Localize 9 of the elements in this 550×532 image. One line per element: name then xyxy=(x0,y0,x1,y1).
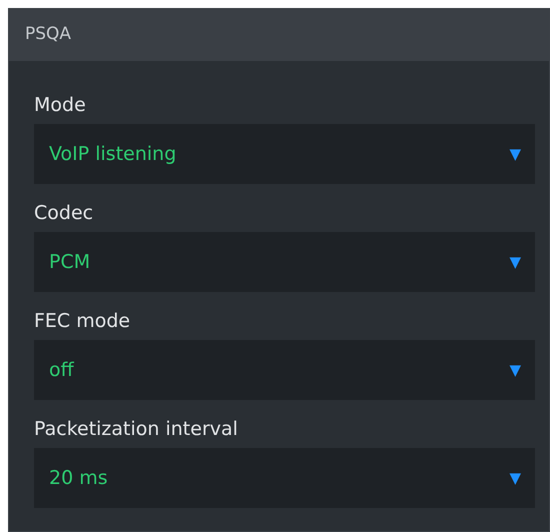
field-label: Mode xyxy=(34,93,86,118)
dropdown[interactable]: PCM ▼ xyxy=(34,232,535,292)
field-label: FEC mode xyxy=(34,309,130,334)
dropdown[interactable]: off ▼ xyxy=(34,340,535,400)
dropdown[interactable]: 20 ms ▼ xyxy=(34,448,535,508)
field-label: Codec xyxy=(34,201,94,226)
dropdown[interactable]: VoIP listening ▼ xyxy=(34,124,535,184)
field-label: Packetization interval xyxy=(34,417,238,442)
panel-title: PSQA xyxy=(25,23,72,46)
